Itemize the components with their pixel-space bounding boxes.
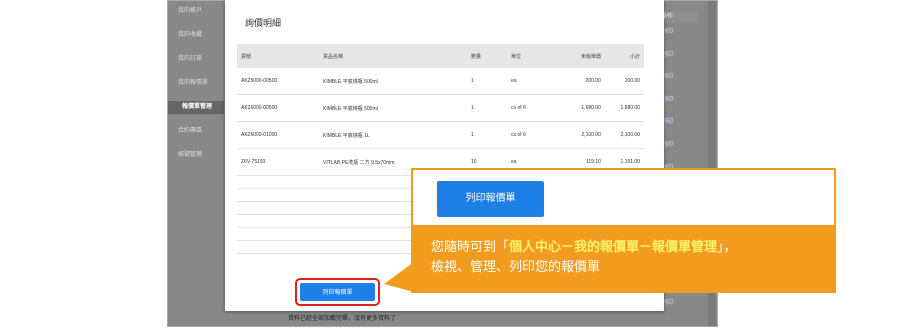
table-row: AK26000-01000 KIMBLE 平底燒瓶 1L 1 cs of 6 2… — [237, 121, 644, 149]
callout-text: 您隨時可到「個人中心－我的報價單－報價單管理」， 檢視、管理、列印您的報價單 — [431, 237, 737, 277]
cell-product-name: KIMBLE 平底燒瓶 500ml — [319, 68, 467, 95]
cell-sku: AK25000-00500 — [237, 68, 319, 95]
sidebar-item-account-management[interactable]: 帳號管理 — [168, 149, 224, 162]
sidebar-item-quote-management[interactable]: 報價單管理 — [168, 101, 224, 114]
col-product-name: 貨品名稱 — [319, 44, 467, 68]
table-row: AK25000-00500 KIMBLE 平底燒瓶 500ml 1 ea 200… — [237, 68, 644, 95]
sidebar-item-my-quotes[interactable]: 我的報價單 — [168, 77, 224, 90]
cell-subtotal: 200.00 — [604, 68, 644, 95]
callout-preview: 列印報價單 — [411, 168, 836, 227]
cell-unit-price: 1,680.00 — [565, 94, 605, 122]
callout-highlight-path: 個人中心－我的報價單－報價單管理 — [509, 239, 718, 254]
sidebar-item-account[interactable]: 我的帳戶 — [168, 5, 224, 18]
cell-subtotal: 1,680.00 — [604, 94, 644, 122]
actions-header: 操作 — [659, 11, 699, 23]
cell-unit-price: 2,100.00 — [565, 121, 605, 149]
highlight-frame — [295, 278, 380, 306]
print-link[interactable]: 列印 — [659, 27, 699, 38]
print-link[interactable]: 列印 — [659, 72, 699, 83]
callout-text-prefix: 您隨時可到「 — [431, 239, 510, 254]
cell-unit: ea — [507, 68, 565, 95]
cell-sku: AK26000-01000 — [237, 121, 319, 149]
table-header-row: 貨號 貨品名稱 數量 單位 未稅單價 小計 — [237, 44, 644, 68]
col-unit-price: 未稅單價 — [565, 44, 605, 68]
callout-text-line2: 檢視、管理、列印您的報價單 — [431, 259, 601, 274]
modal-title: 詢價明細 — [245, 18, 282, 28]
cell-unit: cs of 6 — [507, 121, 565, 149]
print-link[interactable]: 列印 — [659, 50, 699, 61]
print-link[interactable]: 列印 — [659, 140, 699, 151]
cell-product-name: KIMBLE 平底燒瓶 1L — [319, 121, 467, 149]
cell-quantity: 1 — [467, 121, 507, 149]
cell-unit: cs of 6 — [507, 94, 565, 122]
print-link[interactable]: 列印 — [659, 298, 699, 309]
col-unit: 單位 — [507, 44, 565, 68]
callout-arrow — [384, 262, 414, 292]
cell-sku: AK26000-00500 — [237, 94, 319, 122]
sidebar-item-orders[interactable]: 我的訂單 — [168, 53, 224, 66]
sidebar: 我的帳戶 我的收藏 我的訂單 我的報價單 報價單管理 合約專區 帳號管理 — [168, 1, 224, 326]
cell-quantity: 1 — [467, 94, 507, 122]
cell-subtotal: 2,100.00 — [604, 121, 644, 149]
sidebar-item-contracts[interactable]: 合約專區 — [168, 125, 224, 138]
col-subtotal: 小計 — [604, 44, 644, 68]
callout-print-quote-button[interactable]: 列印報價單 — [437, 181, 544, 217]
cell-product-name: KIMBLE 平底燒瓶 500ml — [319, 94, 467, 122]
cell-sku: Z6V-75193 — [237, 148, 319, 176]
cell-quantity: 1 — [467, 68, 507, 95]
cell-unit-price: 200.00 — [565, 68, 605, 95]
col-quantity: 數量 — [467, 44, 507, 68]
end-of-list-notice: 資料已經全部加載完畢，沒有更多資料了 — [288, 316, 397, 322]
sidebar-item-favorites[interactable]: 我的收藏 — [168, 29, 224, 42]
col-sku: 貨號 — [237, 44, 319, 68]
callout-text-suffix: 」， — [717, 239, 737, 254]
print-link[interactable]: 列印 — [659, 117, 699, 128]
print-link[interactable]: 列印 — [659, 95, 699, 106]
callout-note: 您隨時可到「個人中心－我的報價單－報價單管理」， 檢視、管理、列印您的報價單 — [411, 227, 836, 293]
table-row: AK26000-00500 KIMBLE 平底燒瓶 500ml 1 cs of … — [237, 94, 644, 122]
